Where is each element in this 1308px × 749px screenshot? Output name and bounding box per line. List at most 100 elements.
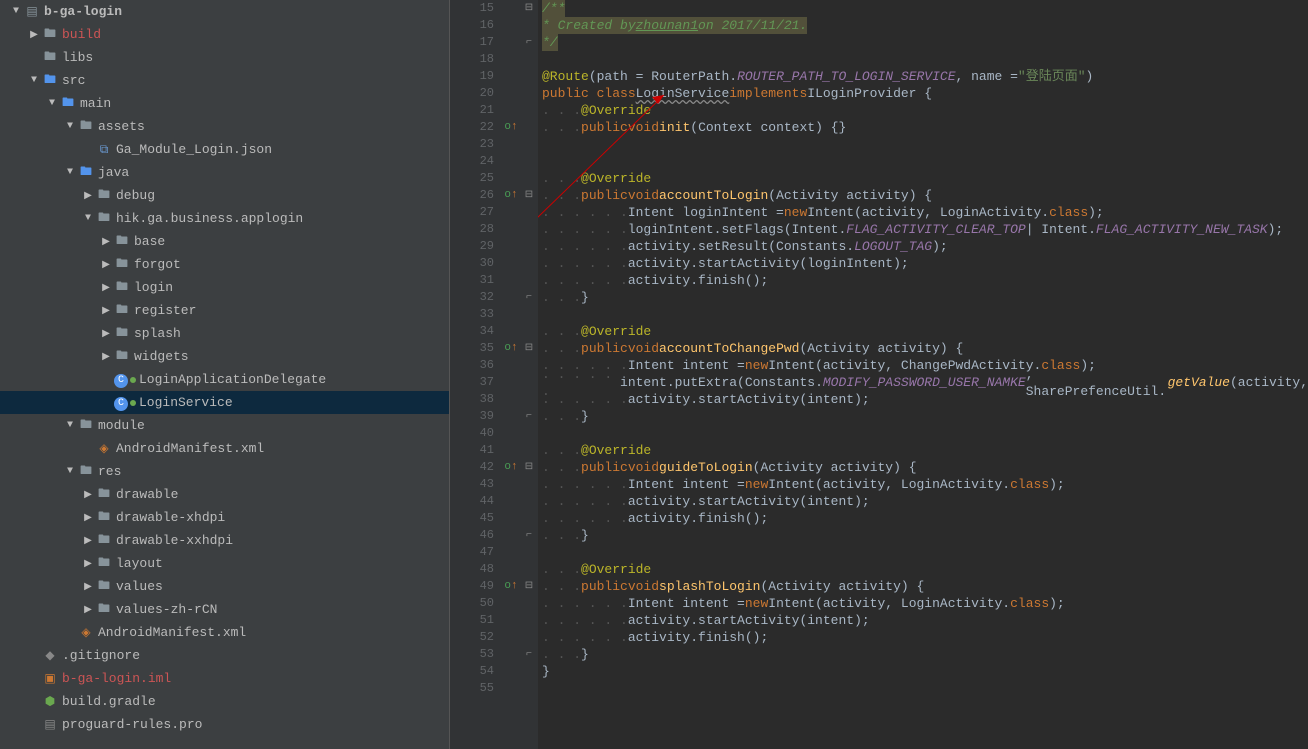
tree-row-proguard-rules-pro[interactable]: ▤proguard-rules.pro <box>0 713 449 736</box>
code-line[interactable] <box>542 153 1308 170</box>
code-line[interactable]: . . . public void accountToLogin(Activit… <box>542 187 1308 204</box>
code-line[interactable]: /** <box>542 0 1308 17</box>
expand-arrow-icon[interactable]: ▶ <box>100 305 112 317</box>
fold-marker-icon[interactable]: ⌐ <box>520 527 538 544</box>
expand-arrow-icon[interactable]: ▼ <box>64 420 76 432</box>
tree-row-debug[interactable]: ▶🖿debug <box>0 184 449 207</box>
code-line[interactable]: . . . . . . Intent intent = new Intent(a… <box>542 476 1308 493</box>
code-line[interactable] <box>542 306 1308 323</box>
fold-marker-icon[interactable]: ⊟ <box>520 187 538 204</box>
tree-row-drawable-xhdpi[interactable]: ▶🖿drawable-xhdpi <box>0 506 449 529</box>
tree-row-loginservice[interactable]: CLoginService <box>0 391 449 414</box>
expand-arrow-icon[interactable]: ▼ <box>10 6 22 18</box>
code-line[interactable]: . . . } <box>542 527 1308 544</box>
fold-marker-icon[interactable]: ⊟ <box>520 0 538 17</box>
code-line[interactable]: . . . @Override <box>542 170 1308 187</box>
expand-arrow-icon[interactable]: ▼ <box>64 466 76 478</box>
override-marker-icon[interactable]: o↑ <box>502 578 520 595</box>
code-line[interactable]: . . . . . . Intent loginIntent = new Int… <box>542 204 1308 221</box>
tree-row-assets[interactable]: ▼🖿assets <box>0 115 449 138</box>
code-line[interactable]: } <box>542 663 1308 680</box>
tree-row-src[interactable]: ▼🖿src <box>0 69 449 92</box>
code-line[interactable]: * Created by zhounan1 on 2017/11/21. <box>542 17 1308 34</box>
code-line[interactable]: . . . . . . activity.startActivity(inten… <box>542 612 1308 629</box>
code-line[interactable] <box>542 680 1308 697</box>
code-line[interactable]: public class LoginService implements ILo… <box>542 85 1308 102</box>
expand-arrow-icon[interactable]: ▼ <box>82 213 94 225</box>
code-line[interactable] <box>542 544 1308 561</box>
expand-arrow-icon[interactable]: ▶ <box>82 512 94 524</box>
tree-row-widgets[interactable]: ▶🖿widgets <box>0 345 449 368</box>
tree-row-build-gradle[interactable]: ⬢build.gradle <box>0 690 449 713</box>
code-line[interactable]: . . . . . . intent.putExtra(Constants.MO… <box>542 374 1308 391</box>
tree-row-res[interactable]: ▼🖿res <box>0 460 449 483</box>
expand-arrow-icon[interactable]: ▼ <box>64 167 76 179</box>
expand-arrow-icon[interactable]: ▶ <box>100 351 112 363</box>
code-line[interactable]: . . . public void accountToChangePwd(Act… <box>542 340 1308 357</box>
code-line[interactable] <box>542 51 1308 68</box>
tree-row-values[interactable]: ▶🖿values <box>0 575 449 598</box>
fold-marker-icon[interactable]: ⌐ <box>520 34 538 51</box>
tree-row-hik-ga-business-applogin[interactable]: ▼🖿hik.ga.business.applogin <box>0 207 449 230</box>
code-line[interactable]: . . . } <box>542 408 1308 425</box>
expand-arrow-icon[interactable]: ▶ <box>82 604 94 616</box>
code-line[interactable]: . . . . . . activity.startActivity(login… <box>542 255 1308 272</box>
fold-marker-icon[interactable]: ⊟ <box>520 340 538 357</box>
tree-row--gitignore[interactable]: ◆.gitignore <box>0 644 449 667</box>
code-line[interactable]: . . . . . . Intent intent = new Intent(a… <box>542 357 1308 374</box>
override-marker-icon[interactable]: o↑ <box>502 459 520 476</box>
tree-row-splash[interactable]: ▶🖿splash <box>0 322 449 345</box>
code-line[interactable]: . . . . . . activity.finish(); <box>542 272 1308 289</box>
expand-arrow-icon[interactable]: ▶ <box>100 328 112 340</box>
code-line[interactable]: . . . } <box>542 289 1308 306</box>
tree-row-base[interactable]: ▶🖿base <box>0 230 449 253</box>
tree-row-b-ga-login-iml[interactable]: ▣b-ga-login.iml <box>0 667 449 690</box>
code-line[interactable] <box>542 136 1308 153</box>
override-marker-icon[interactable]: o↑ <box>502 340 520 357</box>
tree-row-values-zh-rcn[interactable]: ▶🖿values-zh-rCN <box>0 598 449 621</box>
tree-row-androidmanifest-xml[interactable]: ◈AndroidManifest.xml <box>0 437 449 460</box>
tree-row-ga-module-login-json[interactable]: ⧉Ga_Module_Login.json <box>0 138 449 161</box>
expand-arrow-icon[interactable]: ▶ <box>82 190 94 202</box>
tree-row-drawable-xxhdpi[interactable]: ▶🖿drawable-xxhdpi <box>0 529 449 552</box>
tree-row-loginapplicationdelegate[interactable]: CLoginApplicationDelegate <box>0 368 449 391</box>
expand-arrow-icon[interactable]: ▶ <box>28 29 40 41</box>
code-line[interactable]: . . . . . . loginIntent.setFlags(Intent.… <box>542 221 1308 238</box>
code-line[interactable]: . . . @Override <box>542 442 1308 459</box>
code-line[interactable]: . . . } <box>542 646 1308 663</box>
code-line[interactable]: . . . @Override <box>542 561 1308 578</box>
tree-row-forgot[interactable]: ▶🖿forgot <box>0 253 449 276</box>
expand-arrow-icon[interactable]: ▶ <box>100 259 112 271</box>
tree-row-androidmanifest-xml[interactable]: ◈AndroidManifest.xml <box>0 621 449 644</box>
code-line[interactable]: . . . @Override <box>542 102 1308 119</box>
fold-marker-icon[interactable]: ⊟ <box>520 459 538 476</box>
code-line[interactable]: . . . . . . activity.startActivity(inten… <box>542 493 1308 510</box>
code-line[interactable]: @Route(path = RouterPath.ROUTER_PATH_TO_… <box>542 68 1308 85</box>
expand-arrow-icon[interactable]: ▼ <box>28 75 40 87</box>
expand-arrow-icon[interactable]: ▶ <box>100 282 112 294</box>
code-line[interactable]: . . . @Override <box>542 323 1308 340</box>
code-content[interactable]: /** * Created by zhounan1 on 2017/11/21.… <box>538 0 1308 749</box>
code-line[interactable]: . . . public void splashToLogin(Activity… <box>542 578 1308 595</box>
tree-row-layout[interactable]: ▶🖿layout <box>0 552 449 575</box>
code-line[interactable] <box>542 425 1308 442</box>
code-line[interactable]: . . . . . . activity.finish(); <box>542 510 1308 527</box>
expand-arrow-icon[interactable]: ▶ <box>82 581 94 593</box>
project-tree[interactable]: ▼▤b-ga-login▶🖿build🖿libs▼🖿src▼🖿main▼🖿ass… <box>0 0 450 749</box>
code-line[interactable]: . . . . . . Intent intent = new Intent(a… <box>542 595 1308 612</box>
tree-row-register[interactable]: ▶🖿register <box>0 299 449 322</box>
tree-row-drawable[interactable]: ▶🖿drawable <box>0 483 449 506</box>
tree-row-main[interactable]: ▼🖿main <box>0 92 449 115</box>
override-marker-icon[interactable]: o↑ <box>502 187 520 204</box>
fold-marker-icon[interactable]: ⌐ <box>520 646 538 663</box>
code-line[interactable]: . . . public void guideToLogin(Activity … <box>542 459 1308 476</box>
code-editor[interactable]: 1516171819202122232425262728293031323334… <box>450 0 1308 749</box>
tree-row-b-ga-login[interactable]: ▼▤b-ga-login <box>0 0 449 23</box>
fold-marker-icon[interactable]: ⌐ <box>520 289 538 306</box>
override-marker-icon[interactable]: o↑ <box>502 119 520 136</box>
tree-row-libs[interactable]: 🖿libs <box>0 46 449 69</box>
code-line[interactable]: . . . public void init(Context context) … <box>542 119 1308 136</box>
code-line[interactable]: . . . . . . activity.finish(); <box>542 629 1308 646</box>
code-line[interactable]: */ <box>542 34 1308 51</box>
expand-arrow-icon[interactable]: ▶ <box>82 558 94 570</box>
